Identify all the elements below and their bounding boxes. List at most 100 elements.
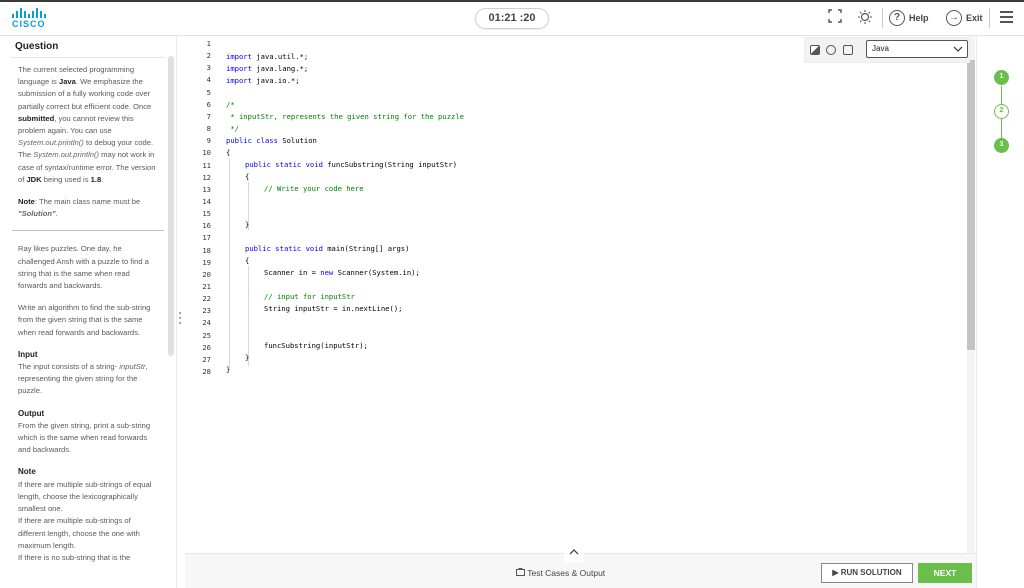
language-select[interactable]: Java [866, 40, 968, 58]
code-line-7: * inputStr, represents the given string … [226, 112, 464, 121]
run-solution-button[interactable]: ▶ RUN SOLUTION [821, 563, 913, 583]
code-line-11: public static void funcSubstring(String … [245, 160, 458, 169]
test-cases-label: Test Cases & Output [527, 568, 606, 578]
code-line-19: { [245, 256, 250, 265]
input-text: The input consists of a string- [18, 362, 120, 372]
code-line-27: } [245, 353, 250, 362]
note2-line-3: If there is no sub-string that is the [18, 552, 131, 562]
line-number: 18 [202, 245, 211, 255]
code-editor[interactable]: 1 2 3 4 5 6 7 8 9 10 11 12 13 14 15 16 17 18 19 20 21 22 23 24 2… [185, 36, 976, 553]
code-line-18: public static void main(String[] args) [245, 244, 410, 253]
intro-jdk: JDK [26, 174, 42, 184]
line-number: 17 [202, 233, 211, 243]
intro-text-7: . [101, 174, 104, 184]
line-number: 20 [202, 269, 211, 279]
intro-version: 1.8 [90, 174, 102, 184]
code-line-6: /* [226, 100, 235, 109]
line-number: 27 [202, 354, 211, 364]
line-number: 13 [202, 184, 211, 194]
intro-println: System.out.println() [18, 138, 84, 148]
note2-header: Note [18, 467, 36, 477]
code-line-16: } [245, 220, 250, 229]
step-2[interactable]: 2 [994, 104, 1009, 119]
reset-code-icon[interactable] [826, 45, 836, 55]
question-header-divider [10, 57, 165, 58]
line-number: 23 [202, 306, 211, 316]
line-number: 14 [202, 196, 211, 206]
cisco-logo-bars [12, 8, 52, 18]
cisco-logo-text: CISCO [12, 19, 46, 29]
line-number: 22 [202, 294, 211, 304]
note-end: . [55, 209, 58, 219]
help-label: Help [909, 13, 929, 23]
hamburger-menu-icon[interactable] [1000, 11, 1013, 26]
toolbar-separator-2 [989, 8, 990, 28]
test-cases-icon [516, 568, 527, 578]
top-bar: CISCO 01:21 :20 ? Help → Exit [0, 0, 1024, 36]
note2-line-2: If there are multiple sub-strings of dif… [18, 516, 140, 550]
line-number: 16 [202, 221, 211, 231]
chevron-down-icon [953, 44, 963, 56]
panel-splitter[interactable] [176, 36, 184, 588]
code-line-26: funcSubstring(inputStr); [264, 341, 368, 350]
note-text: : The main class name must be [34, 197, 141, 207]
line-number: 26 [202, 342, 211, 352]
next-button[interactable]: NEXT [918, 563, 972, 583]
indent-guide [229, 158, 230, 368]
bottom-bar: Test Cases & Output ▶ RUN SOLUTION NEXT [185, 546, 976, 588]
line-number: 9 [206, 136, 211, 146]
line-number: 4 [206, 75, 211, 85]
exit-label: Exit [966, 13, 983, 23]
line-number: 2 [206, 51, 211, 61]
cisco-logo: CISCO [12, 8, 52, 30]
line-number: 11 [202, 160, 211, 170]
code-line-4: import java.io.*; [226, 76, 300, 85]
exit-arrow-icon: → [946, 10, 962, 26]
code-line-12: { [245, 172, 250, 181]
toolbar-separator [882, 8, 883, 28]
fullscreen-icon[interactable] [826, 9, 844, 27]
save-code-icon[interactable] [843, 45, 853, 55]
help-button[interactable]: ? Help [889, 9, 929, 27]
language-select-value: Java [872, 44, 889, 53]
code-line-2: import java.util.*; [226, 52, 309, 61]
line-number: 12 [202, 172, 211, 182]
section-divider [12, 230, 164, 232]
input-variable: inputStr [119, 362, 146, 372]
code-line-10: { [226, 148, 231, 157]
note2-line-1: If there are multiple sub-strings of equ… [18, 479, 152, 514]
play-icon: ▶ [832, 568, 839, 577]
editor-theme-icon[interactable] [810, 45, 820, 55]
question-body: The current selected programming languag… [12, 64, 164, 564]
problem-paragraph-2: Write an algorithm to find the sub-strin… [18, 303, 151, 337]
timer-display: 01:21 :20 [475, 8, 549, 29]
theme-lightbulb-icon[interactable] [856, 9, 874, 27]
expand-panel-chevron-up-icon[interactable] [564, 546, 584, 562]
line-number: 5 [206, 87, 211, 97]
exit-button[interactable]: → Exit [946, 9, 983, 27]
test-cases-output-toggle[interactable]: Test Cases & Output [516, 568, 605, 578]
line-number: 21 [202, 282, 211, 291]
line-number-gutter: 1 2 3 4 5 6 7 8 9 10 11 12 13 14 15 16 17 18 19 20 21 22 23 24 2… [185, 36, 215, 553]
help-icon: ? [889, 10, 905, 26]
input-paragraph: The input consists of a string- inputStr… [18, 361, 158, 398]
editor-scrollbar[interactable] [967, 60, 975, 350]
code-line-13: // Write your code here [264, 184, 364, 193]
code-line-3: import java.lang.*; [226, 64, 309, 73]
code-line-22: // input for inputStr [264, 292, 355, 301]
code-line-20: Scanner in = new Scanner(System.in); [264, 268, 420, 277]
drag-handle-icon[interactable] [179, 312, 182, 327]
intro-paragraph: The current selected programming languag… [18, 64, 158, 186]
intro-submitted: submitted [18, 113, 55, 123]
run-solution-label: RUN SOLUTION [840, 568, 902, 577]
step-3[interactable]: 3 [994, 138, 1009, 153]
line-number: 6 [206, 99, 211, 109]
line-number: 24 [202, 318, 211, 328]
step-1[interactable]: 1 [994, 70, 1009, 85]
question-scrollbar[interactable] [168, 56, 174, 356]
note-paragraph: Note: The main class name must be "Solut… [18, 196, 158, 220]
note-class-name: "Solution" [18, 209, 56, 219]
code-line-8: */ [226, 124, 239, 133]
intro-text-6: being used is [41, 174, 91, 184]
question-steps-rail: 1 2 3 [976, 36, 1024, 588]
